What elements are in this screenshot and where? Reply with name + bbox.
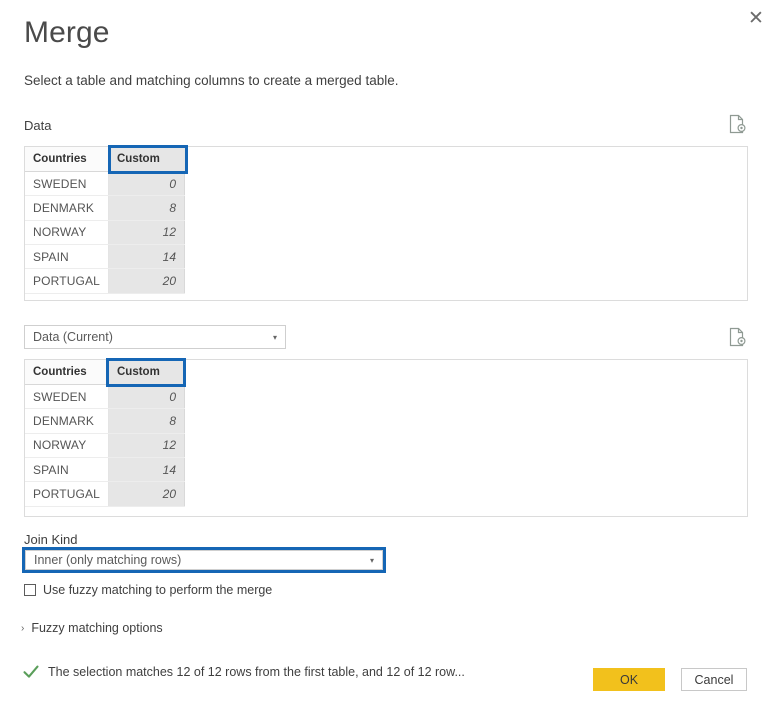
cell-custom: 8 [108, 408, 185, 434]
table-settings-icon[interactable] [726, 113, 748, 135]
table-row[interactable]: DENMARK 8 [25, 195, 185, 221]
cell-country: SWEDEN [25, 171, 109, 197]
column-header-custom[interactable]: Custom [108, 147, 185, 172]
table-selector-value: Data (Current) [33, 330, 113, 344]
table-row[interactable]: SWEDEN 0 [25, 171, 185, 197]
fuzzy-matching-options-label: Fuzzy matching options [31, 621, 163, 635]
table-header-row: Countries Custom [25, 360, 185, 385]
join-kind-highlight: Inner (only matching rows) ▾ [22, 547, 386, 573]
checkmark-icon [22, 663, 40, 681]
fuzzy-matching-options-expander[interactable]: › Fuzzy matching options [21, 621, 163, 635]
first-table-preview-panel: Countries Custom SWEDEN 0 DENMARK 8 NORWAY 12… [24, 145, 748, 301]
dialog-subtitle: Select a table and matching columns to c… [24, 73, 399, 88]
cell-custom: 14 [108, 244, 185, 270]
cell-country: DENMARK [25, 195, 109, 221]
fuzzy-matching-checkbox-row[interactable]: Use fuzzy matching to perform the merge [24, 583, 272, 597]
table-row[interactable]: NORWAY 12 [25, 433, 185, 459]
status-message: The selection matches 12 of 12 rows from… [48, 665, 465, 679]
join-kind-dropdown[interactable]: Inner (only matching rows) ▾ [25, 550, 383, 570]
table-header-row: Countries Custom [25, 147, 185, 172]
cell-custom: 12 [108, 220, 185, 246]
table-row[interactable]: PORTUGAL 20 [25, 481, 185, 507]
table-row[interactable]: NORWAY 12 [25, 220, 185, 246]
cell-custom: 0 [108, 384, 185, 410]
status-message-row: The selection matches 12 of 12 rows from… [22, 663, 465, 681]
cell-country: SPAIN [25, 457, 109, 483]
cell-country: SWEDEN [25, 384, 109, 410]
column-header-countries[interactable]: Countries [25, 360, 109, 385]
table-row[interactable]: SPAIN 14 [25, 457, 185, 483]
join-kind-label: Join Kind [24, 532, 78, 547]
dialog-title: Merge [24, 16, 110, 49]
cell-country: DENMARK [25, 408, 109, 434]
table-row[interactable]: SPAIN 14 [25, 244, 185, 270]
table-row[interactable]: SWEDEN 0 [25, 384, 185, 410]
data-section-label: Data [24, 118, 52, 133]
cell-country: PORTUGAL [25, 268, 109, 294]
chevron-down-icon: ▾ [272, 332, 277, 342]
cell-country: NORWAY [25, 433, 109, 459]
chevron-right-icon: › [21, 622, 25, 634]
cell-country: SPAIN [25, 244, 109, 270]
second-table-preview-panel: Countries Custom SWEDEN 0 DENMARK 8 NORWAY 12… [24, 358, 748, 517]
chevron-down-icon: ▾ [369, 555, 374, 565]
cell-custom: 14 [108, 457, 185, 483]
cell-country: NORWAY [25, 220, 109, 246]
ok-button[interactable]: OK [593, 668, 665, 691]
cell-custom: 0 [108, 171, 185, 197]
table-selector-dropdown[interactable]: Data (Current) ▾ [24, 325, 286, 349]
fuzzy-matching-checkbox[interactable] [24, 584, 36, 596]
table-row[interactable]: DENMARK 8 [25, 408, 185, 434]
cell-custom: 20 [108, 268, 185, 294]
cell-country: PORTUGAL [25, 481, 109, 507]
join-kind-value: Inner (only matching rows) [34, 553, 182, 567]
cell-custom: 12 [108, 433, 185, 459]
close-icon: ✕ [748, 7, 764, 29]
close-dialog-button[interactable]: ✕ [741, 4, 771, 32]
column-header-custom[interactable]: Custom [108, 360, 185, 385]
table-row[interactable]: PORTUGAL 20 [25, 268, 185, 294]
column-header-countries[interactable]: Countries [25, 147, 109, 172]
cancel-button[interactable]: Cancel [681, 668, 747, 691]
cell-custom: 8 [108, 195, 185, 221]
second-table-grid[interactable]: Countries Custom SWEDEN 0 DENMARK 8 NORWAY 12… [25, 360, 185, 507]
cell-custom: 20 [108, 481, 185, 507]
table-settings-icon-secondary[interactable] [726, 326, 748, 348]
fuzzy-matching-checkbox-label: Use fuzzy matching to perform the merge [43, 583, 273, 597]
first-table-grid[interactable]: Countries Custom SWEDEN 0 DENMARK 8 NORWAY 12… [25, 147, 185, 294]
